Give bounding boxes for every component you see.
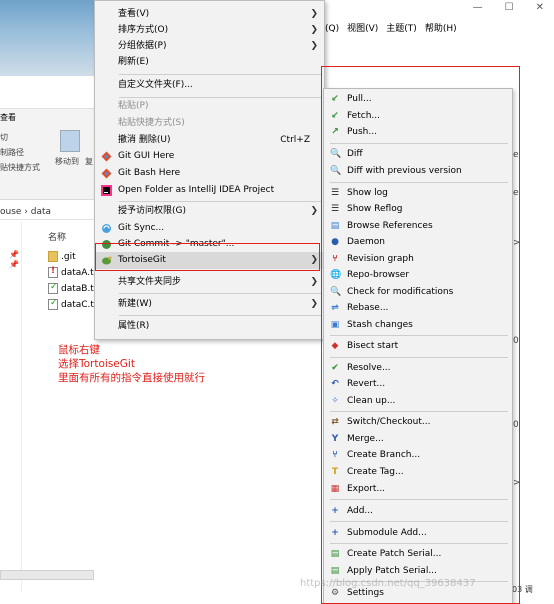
file-ok-icon (48, 298, 58, 310)
ribbon-tab-view[interactable]: 查看 (0, 112, 16, 123)
highlight-box-submenu (321, 66, 520, 604)
menu-shortcut: Ctrl+Z (280, 135, 310, 145)
file-ok-icon (48, 282, 58, 294)
file-item[interactable]: .git (48, 251, 76, 262)
context-menu: 查看(V) ❯ 排序方式(O) ❯ 分组依据(P) ❯ 刷新(E) 自定义文件夹(F)… (94, 0, 325, 340)
git-sync-icon (102, 224, 111, 233)
menu-item-label: Git Sync... (118, 223, 165, 233)
window-controls: — ☐ ✕ (473, 2, 544, 13)
watermark-text: https://blog.csdn.net/qq_39638437 (300, 578, 476, 589)
menu-separator (119, 74, 321, 75)
ribbon-copy-path[interactable]: 制路径 (0, 147, 24, 158)
menu-item-label: Open Folder as IntelliJ IDEA Project (118, 185, 275, 195)
file-name: dataB.t (61, 283, 94, 294)
chevron-right-icon: ❯ (310, 277, 318, 287)
menu-item-label: 分组依据(P) (118, 41, 167, 51)
file-item[interactable]: dataB.t (48, 282, 94, 294)
ribbon-copy[interactable]: 复 (85, 156, 93, 167)
menu-item-git-bash[interactable]: Git Bash Here (96, 165, 324, 182)
chevron-right-icon: ❯ (310, 25, 318, 35)
folder-icon (48, 251, 58, 262)
ribbon-paste-shortcut[interactable]: 贴快捷方式 (0, 162, 40, 173)
menu-view[interactable]: 视图(V) (347, 21, 378, 34)
menu-item-label: 自定义文件夹(F)... (118, 80, 193, 90)
menu-item-sort[interactable]: 排序方式(O) ❯ (96, 22, 324, 39)
menu-item-label: Git GUI Here (118, 151, 175, 161)
close-icon[interactable]: ✕ (536, 2, 544, 13)
desktop-background (0, 0, 94, 76)
pin-icon: 📌 (9, 260, 19, 269)
menu-item-refresh[interactable]: 刷新(E) (96, 54, 324, 71)
git-gui-icon (101, 151, 112, 162)
menu-item-paste-shortcut: 粘贴快捷方式(S) (96, 115, 324, 132)
menu-item-label: 查看(V) (118, 9, 150, 19)
menu-theme[interactable]: 主题(T) (386, 21, 417, 34)
minimize-icon[interactable]: — (473, 2, 483, 13)
address-bar[interactable]: ouse › data (0, 204, 94, 220)
file-item[interactable]: dataA.t (48, 266, 94, 278)
chevron-right-icon: ❯ (310, 9, 318, 19)
menu-item-view[interactable]: 查看(V) ❯ (96, 6, 324, 23)
menu-item-new[interactable]: 新建(W) ❯ (96, 296, 324, 313)
move-to-icon[interactable] (60, 130, 80, 152)
menu-item-undo-delete[interactable]: 撤消 删除(U) Ctrl+Z (96, 132, 324, 149)
file-name: dataA.t (61, 267, 94, 278)
menu-separator (119, 293, 321, 294)
horizontal-scrollbar[interactable] (0, 570, 94, 580)
chevron-right-icon: ❯ (310, 299, 318, 309)
menu-item-label: 属性(R) (118, 321, 150, 331)
menu-item-label: 新建(W) (118, 299, 152, 309)
annotation-note: 鼠标右键 选择TortoiseGit 里面有所有的指令直接使用就行 (58, 343, 205, 385)
intellij-icon (101, 185, 112, 196)
menu-item-group[interactable]: 分组依据(P) ❯ (96, 38, 324, 55)
menubar: 式(Q) 视图(V) 主题(T) 帮助(H) (316, 21, 457, 34)
ribbon-move-to[interactable]: 移动到 (55, 156, 79, 167)
menu-item-share-sync[interactable]: 共享文件夹同步 ❯ (96, 274, 324, 291)
menu-help[interactable]: 帮助(H) (425, 21, 457, 34)
menu-item-properties[interactable]: 属性(R) (96, 318, 324, 335)
file-name: .git (61, 251, 76, 262)
menu-item-grant-access[interactable]: 授予访问权限(G) ❯ (96, 203, 324, 220)
git-bash-icon (101, 168, 112, 179)
menu-item-git-sync[interactable]: Git Sync... (96, 220, 324, 237)
menu-item-label: 刷新(E) (118, 57, 149, 67)
chevron-right-icon: ❯ (310, 41, 318, 51)
pin-icon: 📌 (9, 250, 19, 259)
annotation-line: 选择TortoiseGit (58, 358, 135, 370)
menu-item-label: 共享文件夹同步 (118, 277, 182, 287)
menu-item-intellij[interactable]: Open Folder as IntelliJ IDEA Project (96, 182, 324, 199)
menu-item-label: 粘贴快捷方式(S) (118, 118, 185, 128)
menu-item-label: 授予访问权限(G) (118, 206, 186, 216)
navigation-pane: 📌 📌 (0, 222, 22, 592)
file-name: dataC.t (61, 299, 94, 310)
highlight-box-tortoisegit (95, 243, 320, 271)
menu-separator (119, 315, 321, 316)
menu-item-label: Git Bash Here (118, 168, 181, 178)
ribbon-cut[interactable]: 切 (0, 132, 8, 143)
menu-item-customize[interactable]: 自定义文件夹(F)... (96, 77, 324, 94)
file-modified-icon (48, 266, 58, 278)
column-header-name[interactable]: 名称 (48, 230, 66, 243)
menu-item-paste: 粘贴(P) (96, 98, 324, 115)
annotation-line: 里面有所有的指令直接使用就行 (58, 372, 205, 384)
file-item[interactable]: dataC.t (48, 298, 94, 310)
menu-item-label: 排序方式(O) (118, 25, 169, 35)
chevron-right-icon: ❯ (310, 206, 318, 216)
menu-separator (119, 201, 321, 202)
menu-item-label: 撤消 删除(U) (118, 135, 171, 145)
annotation-line: 鼠标右键 (58, 344, 100, 356)
maximize-icon[interactable]: ☐ (505, 2, 514, 13)
menu-item-label: 粘贴(P) (118, 101, 149, 111)
menu-item-git-gui[interactable]: Git GUI Here (96, 148, 324, 165)
